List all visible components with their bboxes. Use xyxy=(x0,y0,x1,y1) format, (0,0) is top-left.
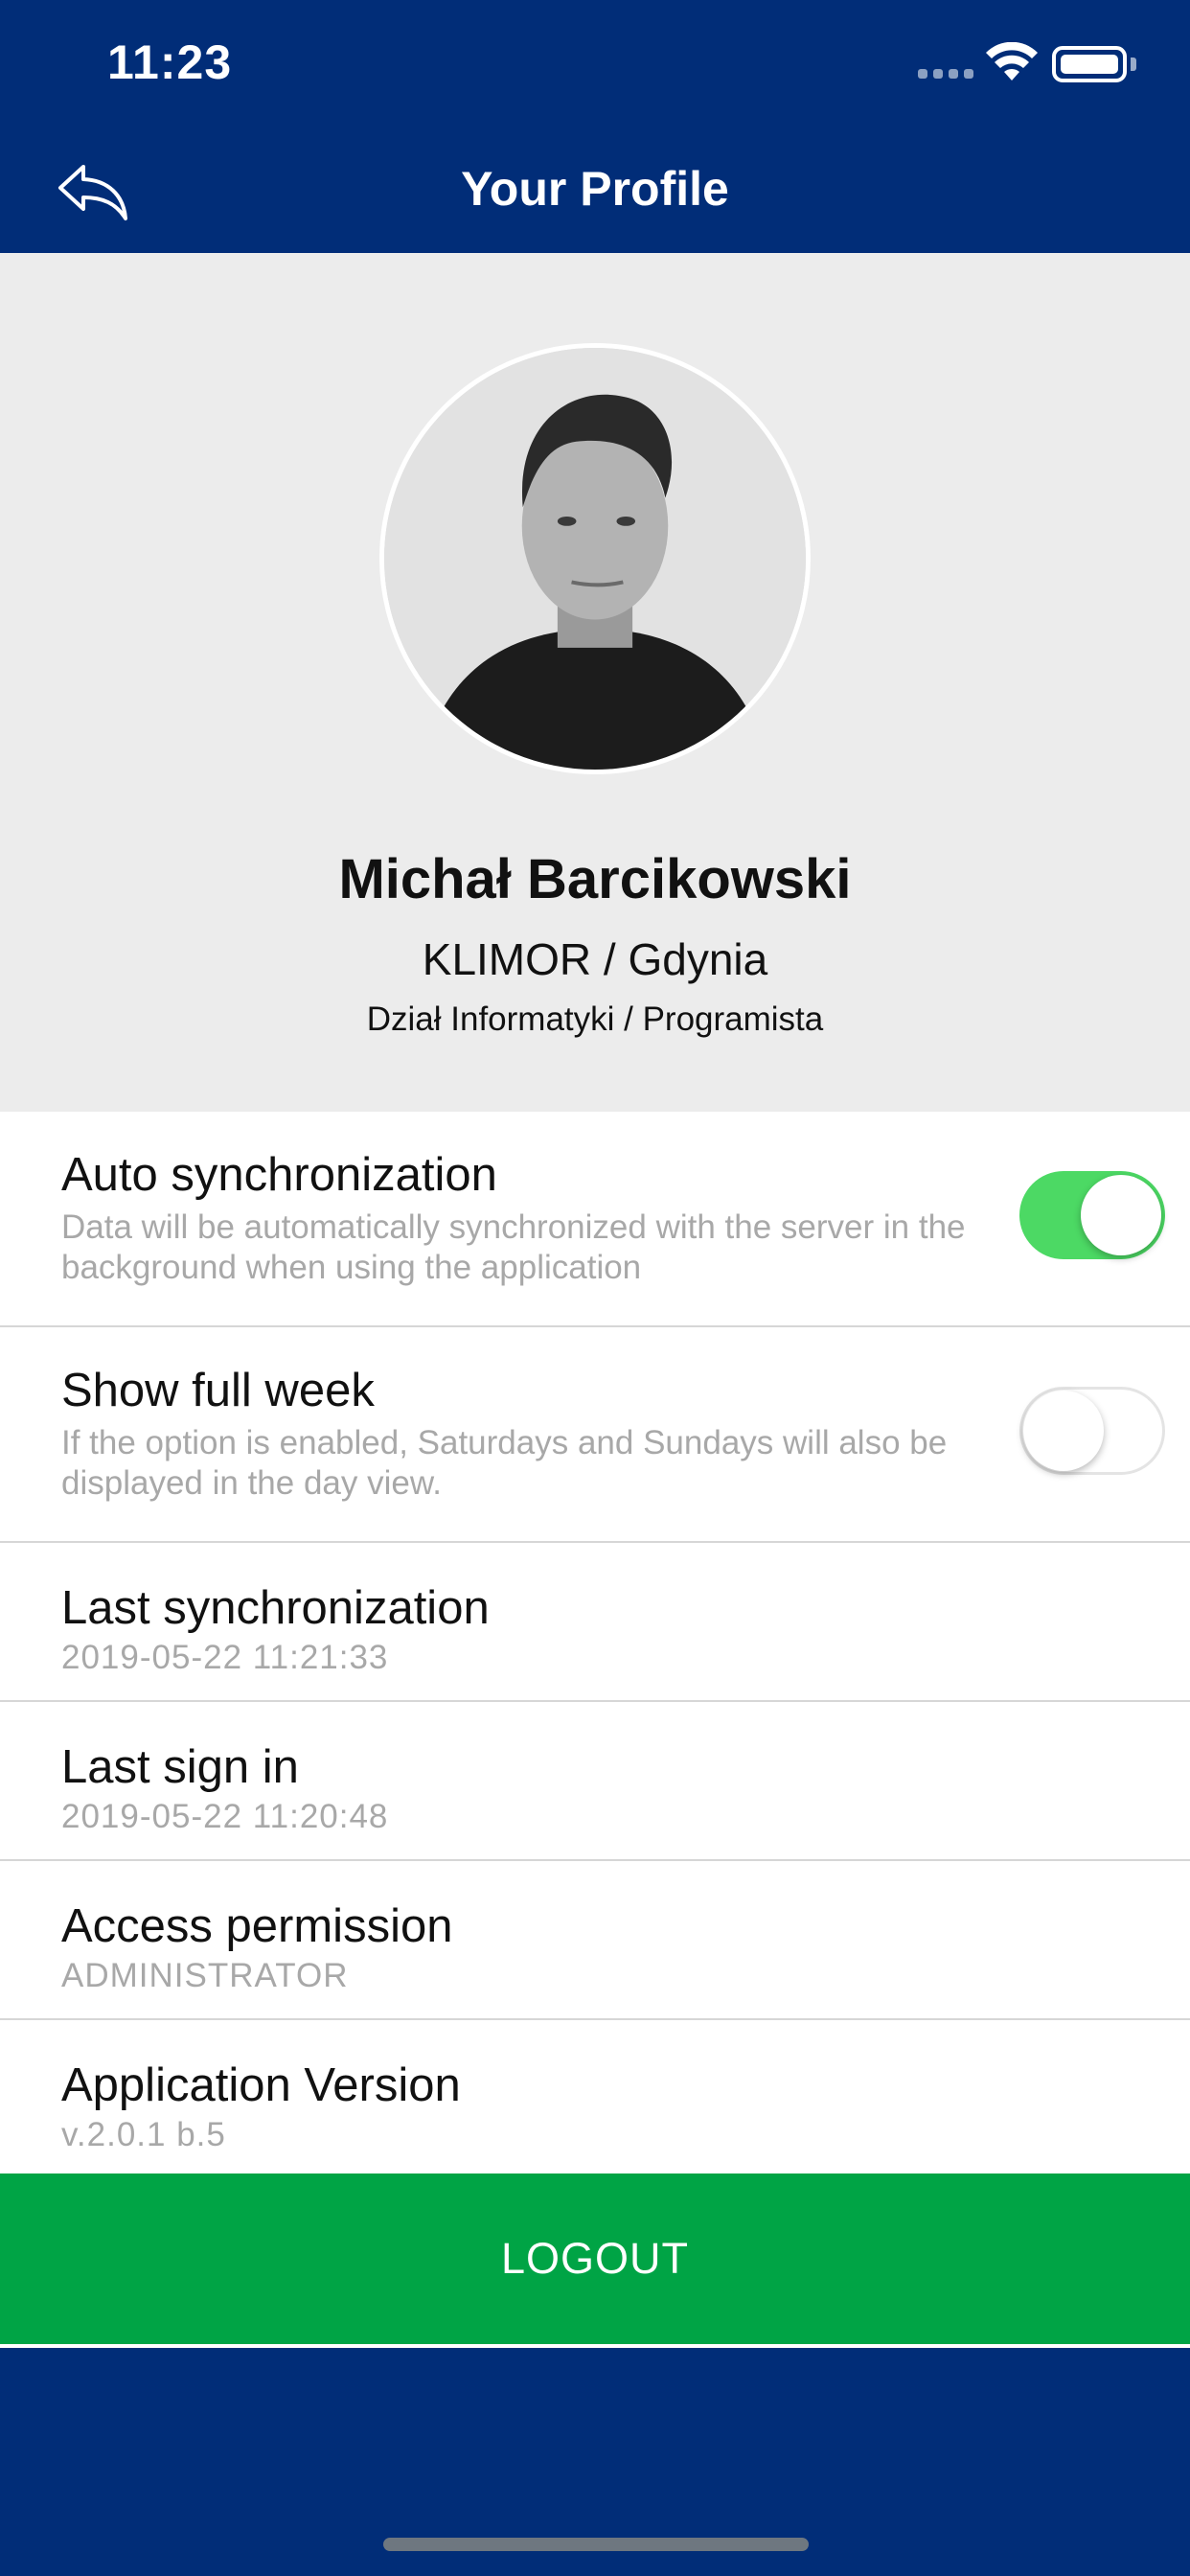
profile-name: Michał Barcikowski xyxy=(338,848,852,910)
auto-sync-description: Data will be automatically synchronized … xyxy=(61,1208,966,1286)
navigation-bar: Your Profile xyxy=(0,130,1190,253)
settings-list: Auto synchronization Data will be automa… xyxy=(0,1112,1190,2174)
toggle-knob xyxy=(1081,1175,1161,1255)
last-sign-in-value: 2019-05-22 11:20:48 xyxy=(61,1798,389,1835)
app-version-value: v.2.0.1 b.5 xyxy=(61,2116,226,2153)
full-week-toggle[interactable] xyxy=(1019,1387,1165,1475)
last-sign-in-row: Last sign in 2019-05-22 11:20:48 xyxy=(0,1702,1190,1861)
last-sync-title: Last synchronization xyxy=(61,1582,490,1634)
access-permission-value: ADMINISTRATOR xyxy=(61,1957,349,1994)
wifi-icon xyxy=(986,42,1038,80)
cellular-signal-icon xyxy=(918,69,973,79)
access-permission-title: Access permission xyxy=(61,1900,453,1952)
last-sign-in-title: Last sign in xyxy=(61,1741,299,1793)
app-version-row: Application Version v.2.0.1 b.5 xyxy=(0,2020,1190,2174)
avatar xyxy=(379,343,811,774)
status-time: 11:23 xyxy=(107,35,233,89)
last-sync-row: Last synchronization 2019-05-22 11:21:33 xyxy=(0,1543,1190,1702)
toggle-knob xyxy=(1023,1391,1104,1471)
full-week-row: Show full week If the option is enabled,… xyxy=(0,1327,1190,1543)
access-permission-row: Access permission ADMINISTRATOR xyxy=(0,1861,1190,2020)
profile-company: KLIMOR / Gdynia xyxy=(422,934,768,984)
profile-screen: 11:23 Your Profile Michał Barcikowski KL… xyxy=(0,0,1190,2576)
auto-sync-title: Auto synchronization xyxy=(61,1149,497,1201)
last-sync-value: 2019-05-22 11:21:33 xyxy=(61,1639,389,1676)
status-bar: 11:23 xyxy=(0,0,1190,130)
full-week-description: If the option is enabled, Saturdays and … xyxy=(61,1424,948,1502)
profile-department: Dział Informatyki / Programista xyxy=(366,1000,824,1038)
battery-icon xyxy=(1052,46,1127,82)
profile-header: Michał Barcikowski KLIMOR / Gdynia Dział… xyxy=(0,253,1190,1112)
auto-sync-row: Auto synchronization Data will be automa… xyxy=(0,1112,1190,1327)
app-version-title: Application Version xyxy=(61,2059,461,2111)
auto-sync-toggle[interactable] xyxy=(1019,1171,1165,1259)
divider xyxy=(0,2344,1190,2348)
page-title: Your Profile xyxy=(461,162,729,216)
home-indicator[interactable] xyxy=(383,2538,809,2551)
full-week-title: Show full week xyxy=(61,1365,375,1416)
logout-button[interactable]: LOGOUT xyxy=(0,2174,1190,2344)
